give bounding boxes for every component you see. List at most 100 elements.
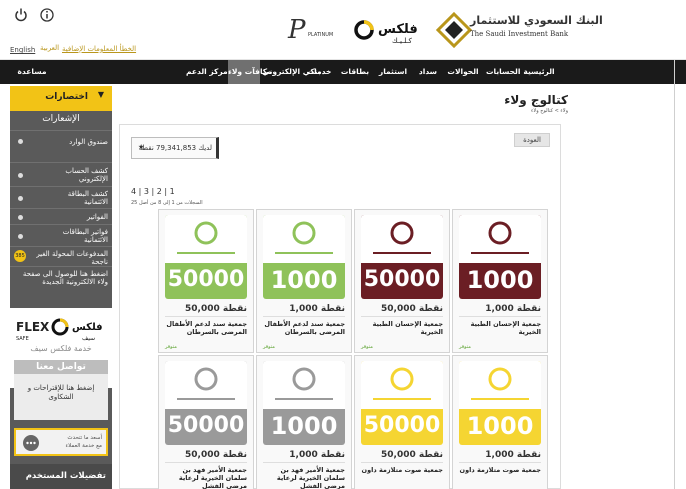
bullet-icon xyxy=(18,139,23,144)
reward-name[interactable]: جمعية صوت متلازمة داون xyxy=(359,466,443,474)
reward-card[interactable]: 50000 50,000 نقطة جمعية الإحسان الطبية الخ… xyxy=(354,209,450,353)
reward-image[interactable]: 1000 xyxy=(263,361,345,445)
page: English العربية الخطأ المعلومات الإضافية… xyxy=(0,0,686,489)
reward-name[interactable]: جمعية الإحسان الطبية الخيرية xyxy=(457,320,541,336)
reward-image[interactable]: 50000 xyxy=(361,361,443,445)
chevron-down-icon: ▼ xyxy=(97,90,104,99)
nav-sadad[interactable]: سداد xyxy=(416,60,440,84)
reward-card[interactable]: 50000 50,000 نقطة جمعية الأمير فهد بن سلما… xyxy=(158,355,254,489)
reward-card[interactable]: 50000 50,000 نقطة جمعية صوت متلازمة داون xyxy=(354,355,450,489)
reward-name[interactable]: جمعية الأمير فهد بن سلمان الخيرية لرعاية… xyxy=(163,466,247,489)
reward-image[interactable]: 1000 xyxy=(459,361,541,445)
charity-logo xyxy=(459,361,541,409)
sidebar-item-label: المدفوعات المحولة الغير ناجحة xyxy=(36,250,108,266)
lang-english-link[interactable]: English xyxy=(10,46,35,54)
nav-invest[interactable]: استثمار xyxy=(376,60,410,84)
charity-logo xyxy=(165,361,247,409)
reward-name[interactable]: جمعية سند لدعم الأطفال المرضى بالسرطان xyxy=(261,320,345,336)
availability-label: متوفر xyxy=(361,344,373,350)
sidebar-item-label: الفواتير xyxy=(86,213,108,221)
reward-name[interactable]: جمعية صوت متلازمة داون xyxy=(457,466,541,474)
reward-card[interactable]: 1000 1,000 نقطة جمعية سند لدعم الأطفال الم… xyxy=(256,209,352,353)
sidebar-item-bills[interactable]: الفواتير xyxy=(10,208,112,224)
points-balance-box: ★ لديك 79,341,853 نقطة xyxy=(131,137,219,159)
reward-value-label: 1000 xyxy=(270,266,338,294)
header-tools: English العربية الخطأ المعلومات الإضافية xyxy=(8,4,136,56)
reward-image[interactable]: 50000 xyxy=(361,215,443,299)
reward-name[interactable]: جمعية الأمير فهد بن سلمان الخيرية لرعاية… xyxy=(261,466,345,489)
charity-logo xyxy=(361,361,443,409)
divider xyxy=(263,316,345,317)
nav-support[interactable]: مركز الدعم xyxy=(186,60,228,84)
divider xyxy=(165,462,247,463)
power-icon[interactable] xyxy=(14,8,28,22)
availability-label: متوفر xyxy=(165,344,177,350)
info-icon[interactable] xyxy=(40,8,54,22)
charity-logo xyxy=(361,215,443,263)
help-link[interactable]: الخطأ المعلومات الإضافية xyxy=(62,45,136,53)
charity-logo xyxy=(263,361,345,409)
contact-us-panel[interactable]: تواصل معنا إضغط هنا للإقتراحات و الشكاوى xyxy=(14,360,108,420)
reward-name[interactable]: جمعية سند لدعم الأطفال المرضى بالسرطان xyxy=(163,320,247,336)
flex-safe-service-label: خدمة فلكس سيف xyxy=(30,344,92,353)
reward-image[interactable]: 1000 xyxy=(459,215,541,299)
notification-count-badge: 385 xyxy=(14,250,26,262)
sidebar-item-label: صندوق الوارد xyxy=(69,138,108,146)
nav-transfers[interactable]: الحوالات xyxy=(446,60,480,84)
sidebar-item-inbox[interactable]: صندوق الوارد xyxy=(10,130,112,152)
bank-name-ar: البنك السعودي للاستثمار xyxy=(470,14,603,27)
sidebar-item-e-statement[interactable]: كشف الحساب الإلكتروني xyxy=(10,162,112,186)
svg-text:SAFE: SAFE xyxy=(16,336,29,342)
divider xyxy=(165,316,247,317)
reward-points: 1,000 نقطة xyxy=(289,304,345,314)
reward-image[interactable]: 50000 xyxy=(165,215,247,299)
breadcrumb: ولاء > كتالوج ولاء xyxy=(531,108,568,114)
reward-image[interactable]: 50000 xyxy=(165,361,247,445)
live-chat-box[interactable]: أسعد ما تتحدث مع خدمة العملاء xyxy=(14,428,108,456)
reward-value-label: 50000 xyxy=(167,413,245,438)
nav-home[interactable]: الرئيسية xyxy=(522,60,556,84)
nav-cards[interactable]: بطاقات xyxy=(338,60,372,84)
pagination[interactable]: 4 | 3 | 2 | 1 xyxy=(131,187,175,196)
reward-image[interactable]: 1000 xyxy=(263,215,345,299)
page-title: كتالوج ولاء xyxy=(504,93,568,107)
nav-help[interactable]: مساعدة xyxy=(16,60,48,84)
svg-text:FLEX: FLEX xyxy=(16,320,50,334)
shortcuts-dropdown[interactable]: اختصارات ▼ xyxy=(10,86,112,111)
availability-label: متوفر xyxy=(263,344,275,350)
platinum-logo: P PLATINUM xyxy=(286,14,348,45)
reward-points: 50,000 نقطة xyxy=(381,304,443,314)
reward-card[interactable]: 1000 1,000 نقطة جمعية الأمير فهد بن سلمان … xyxy=(256,355,352,489)
sidebar-item-card-bills[interactable]: فواتير البطاقات الائتمانية xyxy=(10,224,112,246)
reward-card[interactable]: 1000 1,000 نقطة جمعية الإحسان الطبية الخير… xyxy=(452,209,548,353)
reward-name[interactable]: جمعية الإحسان الطبية الخيرية xyxy=(359,320,443,336)
nav-accounts[interactable]: الحسابات xyxy=(486,60,520,84)
user-preferences-header[interactable]: تفضيلات المستخدم xyxy=(10,464,112,489)
sidebar-item-label: كشف البطاقة الائتمانية xyxy=(67,190,108,206)
sidebar-item-card-statement[interactable]: كشف البطاقة الائتمانية xyxy=(10,186,112,208)
charity-logo xyxy=(263,215,345,263)
sidebar-item-new-loyalty[interactable]: اضغط هنا للوصول الى صفحة ولاء الالكتروني… xyxy=(10,266,112,288)
bullet-icon xyxy=(18,196,23,201)
svg-text:فلكس: فلكس xyxy=(72,322,103,333)
svg-text:فلكس: فلكس xyxy=(378,22,418,37)
points-balance-text: لديك 79,341,853 نقطة xyxy=(138,144,212,152)
bullet-icon xyxy=(18,173,23,178)
flex-logo: فلكس كـلـيـك xyxy=(354,12,426,48)
pagination-info: السجلات من 1 إلى 8 من أصل 25 xyxy=(131,200,203,206)
nav-loyalty[interactable]: مكافآت ولاء xyxy=(228,60,272,84)
reward-value-label: 1000 xyxy=(466,412,534,440)
contact-us-link[interactable]: إضغط هنا للإقتراحات و الشكاوى xyxy=(22,384,100,402)
divider xyxy=(361,316,443,317)
divider xyxy=(459,462,541,463)
reward-points: 50,000 نقطة xyxy=(381,450,443,460)
reward-card[interactable]: 50000 50,000 نقطة جمعية سند لدعم الأطفال ا… xyxy=(158,209,254,353)
back-button[interactable]: العودة xyxy=(514,133,550,147)
flex-safe-logo: FLEX SAFE فلكس سيف xyxy=(16,318,103,342)
lang-arabic-link[interactable]: العربية xyxy=(40,44,59,52)
reward-card[interactable]: 1000 1,000 نقطة جمعية صوت متلازمة داون xyxy=(452,355,548,489)
reward-value-label: 1000 xyxy=(466,266,534,294)
shortcuts-label: اختصارات xyxy=(45,92,88,102)
svg-text:P: P xyxy=(287,15,306,44)
availability-label: متوفر xyxy=(459,344,471,350)
